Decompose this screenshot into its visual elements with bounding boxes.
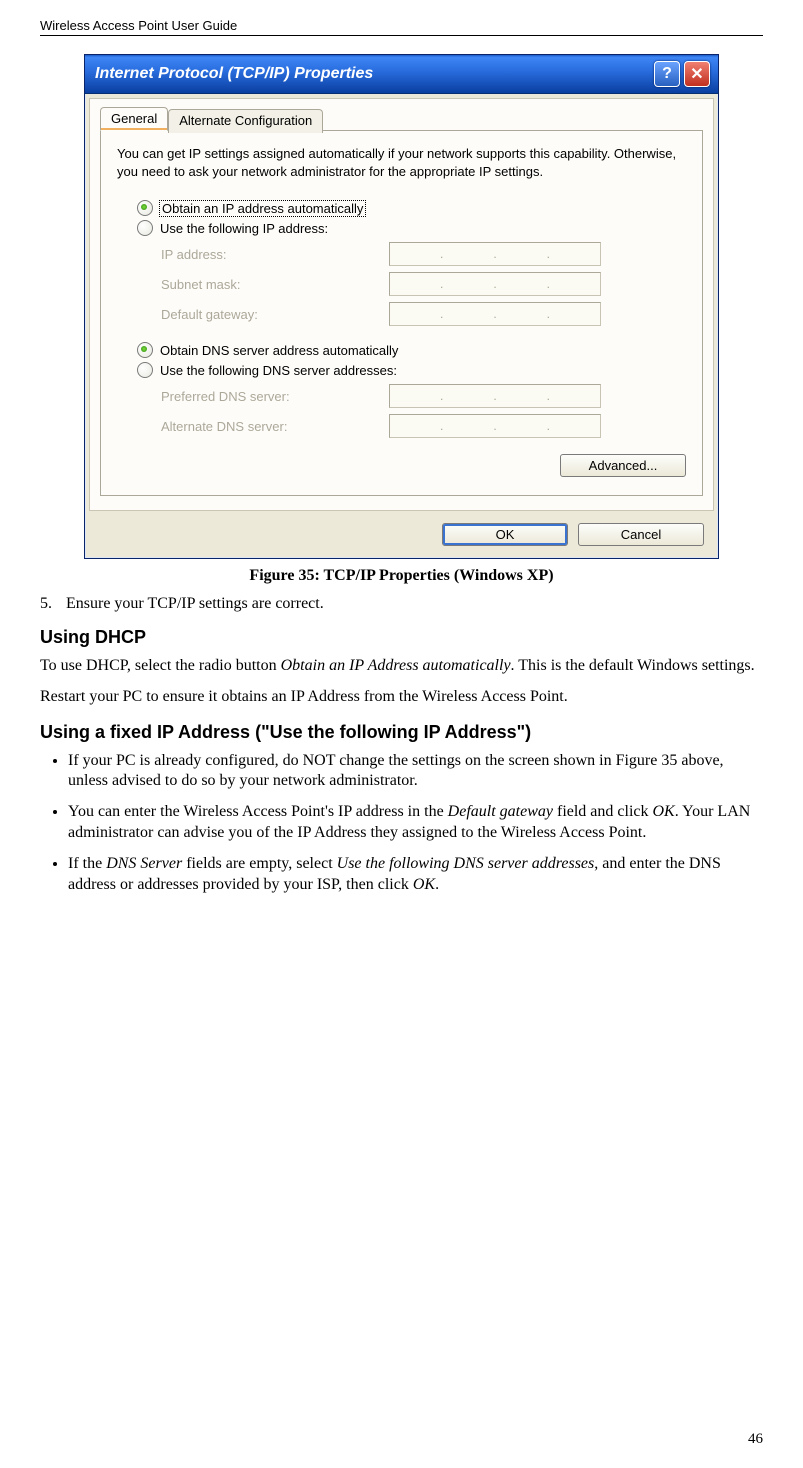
dhcp-paragraph-2: Restart your PC to ensure it obtains an … [40,687,763,708]
text-run: . [435,876,439,893]
radio-use-following-dns[interactable]: Use the following DNS server addresses: [137,362,686,378]
cancel-button[interactable]: Cancel [578,523,704,546]
field-label: Subnet mask: [161,277,241,292]
document-header: Wireless Access Point User Guide [40,18,763,36]
field-ip-address: IP address: ... [161,242,601,266]
help-icon[interactable]: ? [654,61,680,87]
ip-input[interactable]: ... [389,242,601,266]
list-item: If your PC is already configured, do NOT… [68,751,763,793]
text-run: To use DHCP, select the radio button [40,657,281,674]
radio-icon [137,342,153,358]
radio-label: Obtain DNS server address automatically [160,343,398,358]
text-run: If the [68,855,106,872]
text-italic: OK [413,876,435,893]
step-text: Ensure your TCP/IP settings are correct. [66,595,324,612]
radio-label: Use the following DNS server addresses: [160,363,397,378]
list-item: If the DNS Server fields are empty, sele… [68,854,763,896]
field-default-gateway: Default gateway: ... [161,302,601,326]
field-subnet-mask: Subnet mask: ... [161,272,601,296]
field-alternate-dns: Alternate DNS server: ... [161,414,601,438]
radio-icon [137,200,153,216]
step-number: 5. [40,595,66,613]
ip-input[interactable]: ... [389,272,601,296]
ip-input[interactable]: ... [389,302,601,326]
figure-caption: Figure 35: TCP/IP Properties (Windows XP… [40,567,763,585]
field-label: IP address: [161,247,227,262]
list-item: You can enter the Wireless Access Point'… [68,802,763,844]
field-label: Alternate DNS server: [161,419,287,434]
radio-icon [137,362,153,378]
field-label: Default gateway: [161,307,258,322]
dialog-description: You can get IP settings assigned automat… [117,145,686,180]
text-italic: DNS Server [106,855,182,872]
radio-obtain-dns-auto[interactable]: Obtain DNS server address automatically [137,342,686,358]
screenshot-dialog: Internet Protocol (TCP/IP) Properties ? … [84,54,719,559]
step-5: 5.Ensure your TCP/IP settings are correc… [40,595,763,613]
radio-label: Use the following IP address: [160,221,328,236]
text-italic: Use the following DNS server addresses [337,855,595,872]
advanced-button[interactable]: Advanced... [560,454,686,477]
ip-input[interactable]: ... [389,384,601,408]
heading-using-dhcp: Using DHCP [40,627,763,648]
radio-icon [137,220,153,236]
dialog-titlebar: Internet Protocol (TCP/IP) Properties ? … [85,55,718,94]
page-number: 46 [748,1431,763,1448]
bullet-list: If your PC is already configured, do NOT… [40,751,763,896]
field-label: Preferred DNS server: [161,389,290,404]
text-italic: Obtain an IP Address automatically [281,657,511,674]
dhcp-paragraph-1: To use DHCP, select the radio button Obt… [40,656,763,677]
text-run: . This is the default Windows settings. [511,657,755,674]
tab-strip: General Alternate Configuration [100,107,703,131]
text-run: field and click [553,803,653,820]
radio-use-following-ip[interactable]: Use the following IP address: [137,220,686,236]
field-preferred-dns: Preferred DNS server: ... [161,384,601,408]
text-italic: Default gateway [448,803,553,820]
text-italic: OK [653,803,675,820]
tab-alternate-configuration[interactable]: Alternate Configuration [168,109,323,133]
tab-general[interactable]: General [100,107,168,131]
radio-label: Obtain an IP address automatically [160,201,365,216]
close-icon[interactable]: ✕ [684,61,710,87]
heading-using-fixed-ip: Using a fixed IP Address ("Use the follo… [40,722,763,743]
text-run: You can enter the Wireless Access Point'… [68,803,448,820]
tab-panel-general: You can get IP settings assigned automat… [100,130,703,496]
ok-button[interactable]: OK [442,523,568,546]
ip-input[interactable]: ... [389,414,601,438]
radio-obtain-ip-auto[interactable]: Obtain an IP address automatically [137,200,686,216]
text-run: fields are empty, select [182,855,336,872]
dialog-title: Internet Protocol (TCP/IP) Properties [95,65,654,83]
